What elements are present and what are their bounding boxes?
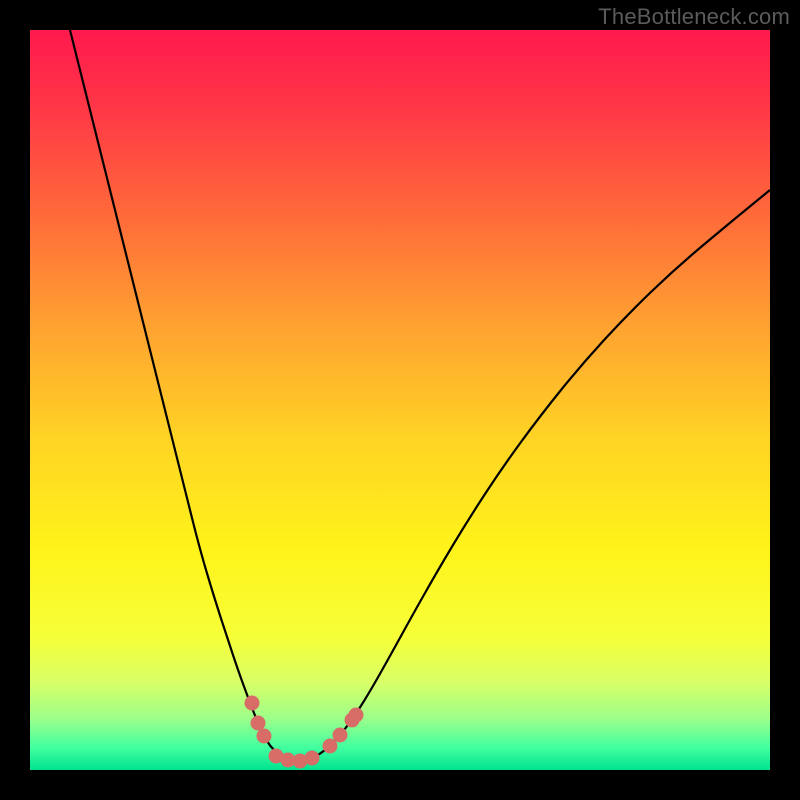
curve-marker (257, 729, 271, 743)
gradient-background (30, 30, 770, 770)
chart-frame: TheBottleneck.com (0, 0, 800, 800)
bottleneck-chart (30, 30, 770, 770)
plot-area (30, 30, 770, 770)
watermark-text: TheBottleneck.com (598, 4, 790, 30)
curve-marker (333, 728, 347, 742)
curve-marker (323, 739, 337, 753)
curve-marker (245, 696, 259, 710)
curve-marker (349, 708, 363, 722)
curve-marker (251, 716, 265, 730)
curve-marker (305, 751, 319, 765)
